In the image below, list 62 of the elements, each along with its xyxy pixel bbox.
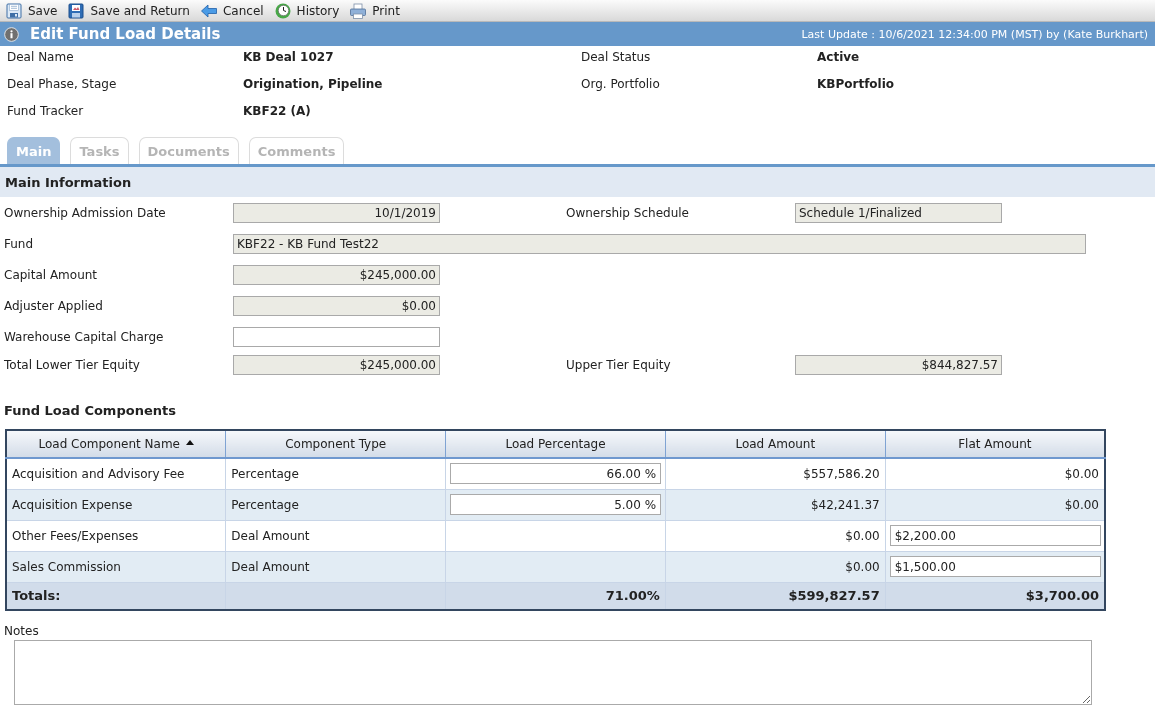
toolbar-button[interactable]: Print — [350, 0, 400, 21]
table-cell: Percentage — [225, 458, 446, 489]
field-label: Deal Name — [7, 50, 75, 64]
table-cell: $599,827.57 — [665, 582, 886, 610]
toolbar-button[interactable]: History — [274, 0, 340, 21]
table-cell: Deal Amount — [225, 551, 446, 582]
table-cell: Deal Amount — [225, 520, 446, 551]
left-arrow-icon — [200, 2, 217, 19]
notes-field[interactable] — [14, 640, 1092, 705]
column-header[interactable]: Load Percentage — [445, 430, 666, 458]
column-header[interactable]: Component Type — [225, 430, 446, 458]
field-value: KB Deal 1027 — [243, 50, 335, 64]
input-field[interactable] — [233, 326, 440, 347]
field-label: Ownership Schedule — [566, 205, 690, 220]
info-icon — [4, 26, 19, 42]
field-label: Deal Phase, Stage — [7, 77, 118, 91]
table-cell: Acquisition and Advisory Fee — [6, 458, 226, 489]
field-value: Origination, Pipeline — [243, 77, 384, 91]
amount-input[interactable]: $1,500.00 — [889, 556, 1101, 577]
section-title: Fund Load Components — [3, 402, 177, 420]
column-header[interactable]: Load Amount — [665, 430, 886, 458]
field-value: Active — [817, 50, 861, 64]
field-label: Fund — [4, 236, 35, 251]
percentage-input[interactable]: 5.00 % — [450, 494, 662, 515]
section-header: Main Information — [0, 167, 1155, 197]
field-label: Org. Portfolio — [581, 77, 661, 91]
printer-icon — [350, 2, 367, 19]
field-label: Total Lower Tier Equity — [4, 357, 141, 372]
table-cell: $3,700.00 — [885, 582, 1105, 610]
table-cell: $0.00 — [885, 489, 1105, 520]
column-header[interactable]: Load Component Name — [6, 430, 226, 458]
field-value: KBPortfolio — [817, 77, 896, 91]
field-label: Capital Amount — [4, 267, 99, 282]
table-cell: $0.00 — [885, 458, 1105, 489]
field-label: Deal Status — [581, 50, 652, 64]
field-label: Notes — [3, 624, 40, 639]
page-title: Edit Fund Load Details — [30, 25, 221, 43]
table-cell: $0.00 — [665, 520, 886, 551]
field-label: Warehouse Capital Charge — [4, 329, 165, 344]
field-value: KBF22 (A) — [243, 104, 312, 118]
amount-input[interactable]: $2,200.00 — [889, 525, 1101, 546]
toolbar-button[interactable]: Save and Return — [68, 0, 190, 21]
table-cell: Percentage — [225, 489, 446, 520]
floppy-disk-picture-icon — [68, 2, 85, 19]
field-label: Ownership Admission Date — [4, 205, 167, 220]
table-cell: Other Fees/Expenses — [6, 520, 226, 551]
toolbar-button[interactable]: Cancel — [200, 0, 264, 21]
clock-icon — [274, 2, 291, 19]
table-cell: $42,241.37 — [665, 489, 886, 520]
table-cell: Totals: — [6, 582, 226, 610]
table-cell: Sales Commission — [6, 551, 226, 582]
toolbar-button[interactable]: Save — [6, 0, 58, 21]
last-update-text: Last Update : 10/6/2021 12:34:00 PM (MST) by (Kate Burkhart) — [801, 27, 1148, 41]
table-cell: $0.00 — [665, 551, 886, 582]
table-cell: $557,586.20 — [665, 458, 886, 489]
field-label: Adjuster Applied — [4, 298, 104, 313]
field-label: Upper Tier Equity — [566, 357, 672, 372]
column-header[interactable]: Flat Amount — [885, 430, 1105, 458]
field-label: Fund Tracker — [7, 104, 85, 118]
table-cell: 71.00% — [445, 582, 666, 610]
percentage-input[interactable]: 66.00 % — [450, 463, 662, 485]
table-cell: Acquisition Expense — [6, 489, 226, 520]
